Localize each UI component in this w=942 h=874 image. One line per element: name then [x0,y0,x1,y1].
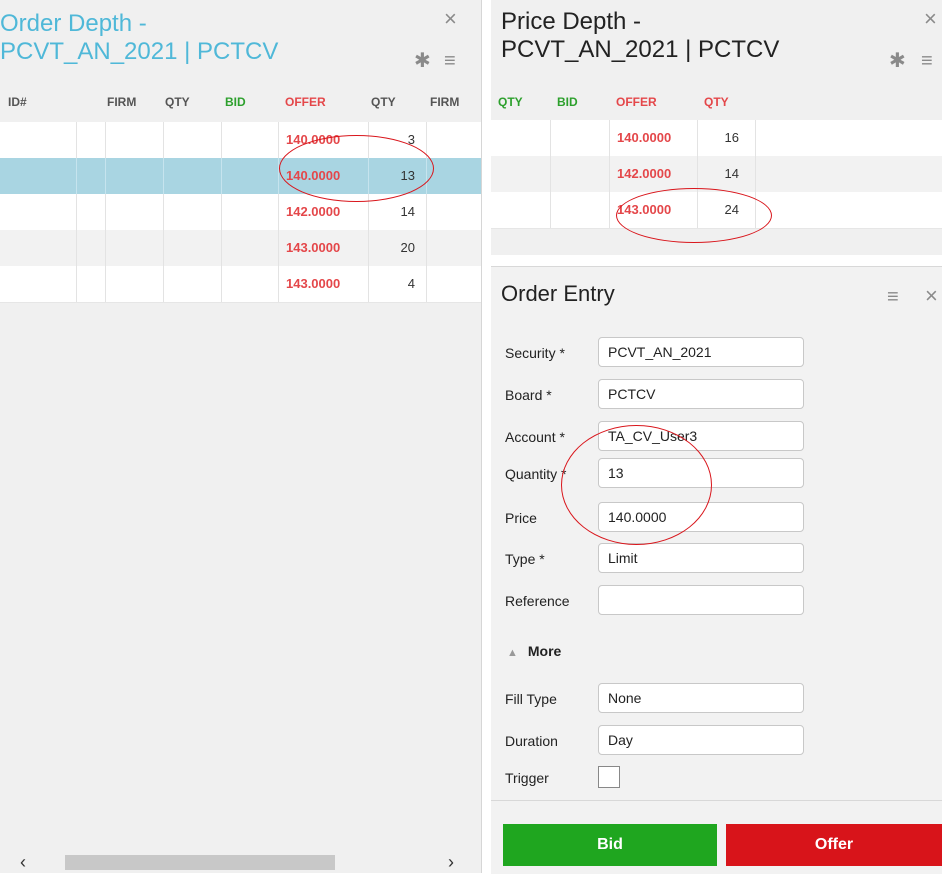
offer-qty: 14 [400,204,415,219]
offer-qty: 4 [407,276,415,291]
table-row[interactable]: 143.0000 4 [0,266,481,303]
price-depth-title-line1: Price Depth - [501,8,642,35]
close-icon[interactable]: × [444,8,457,30]
more-label: More [527,643,562,659]
type-label: Type * [505,551,545,567]
col-id: ID# [8,95,27,109]
col-qty2: QTY [704,95,729,109]
bid-button[interactable]: Bid [503,824,717,866]
caret-up-icon: ▲ [507,647,518,659]
duration-select[interactable]: Day [598,725,804,755]
board-field[interactable]: PCTCV [598,379,804,409]
order-depth-title-line1: Order Depth - [0,10,147,37]
reference-label: Reference [505,593,570,609]
offer-price: 143.0000 [286,240,341,255]
table-row[interactable]: 140.0000 16 [491,120,942,157]
duration-label: Duration [505,733,558,749]
trigger-label: Trigger [505,770,549,786]
close-icon[interactable]: × [925,285,938,307]
offer-price: 142.0000 [617,166,672,181]
fill-type-label: Fill Type [505,691,557,707]
offer-price: 143.0000 [286,276,341,291]
table-row[interactable]: 143.0000 20 [0,230,481,267]
security-label: Security * [505,345,565,361]
annotation-ellipse [561,425,712,545]
reference-field[interactable] [598,585,804,615]
price-depth-header: QTY BID OFFER QTY [491,87,942,117]
order-depth-header: ID# FIRM QTY BID OFFER QTY FIRM [0,87,481,117]
security-field[interactable]: PCVT_AN_2021 [598,337,804,367]
table-row[interactable]: 142.0000 14 [0,194,481,231]
scrollbar-thumb[interactable] [65,855,335,870]
chevron-left-icon[interactable]: ‹ [20,852,26,873]
menu-icon[interactable]: ≡ [921,51,933,71]
order-depth-panel: Order Depth - PCVT_AN_2021 | PCTCV × ✱ ≡… [0,0,482,873]
horizontal-scrollbar[interactable]: ‹ › [0,852,481,873]
offer-price: 140.0000 [617,130,672,145]
col-bid: BID [225,95,246,109]
price-depth-title-line2: PCVT_AN_2021 | PCTCV [501,36,780,63]
table-row[interactable]: 142.0000 14 [491,156,942,193]
quantity-label: Quantity * [505,466,567,482]
col-qty2: QTY [371,95,396,109]
col-firm: FIRM [107,95,137,109]
price-depth-title: Price Depth - PCVT_AN_2021 | PCTCV [501,8,779,64]
account-label: Account * [505,429,565,445]
trigger-checkbox[interactable] [598,766,620,788]
menu-icon[interactable]: ≡ [887,287,899,307]
col-qty: QTY [498,95,523,109]
board-label: Board * [505,387,552,403]
offer-qty: 16 [724,130,739,145]
annotation-ellipse [616,188,772,243]
menu-icon[interactable]: ≡ [444,51,456,71]
price-label: Price [505,510,537,526]
chevron-right-icon[interactable]: › [448,852,454,873]
col-qty: QTY [165,95,190,109]
order-depth-title-line2: PCVT_AN_2021 | PCTCV [0,38,279,65]
gear-icon[interactable]: ✱ [414,51,431,71]
col-firm2: FIRM [430,95,460,109]
order-depth-title: Order Depth - PCVT_AN_2021 | PCTCV [0,10,278,66]
more-toggle[interactable]: ▲ More [507,643,561,659]
annotation-ellipse [279,135,434,202]
col-offer: OFFER [616,95,657,109]
type-select[interactable]: Limit [598,543,804,573]
offer-price: 142.0000 [286,204,341,219]
fill-type-select[interactable]: None [598,683,804,713]
offer-qty: 14 [724,166,739,181]
col-offer: OFFER [285,95,326,109]
offer-button[interactable]: Offer [726,824,942,866]
divider [491,800,942,801]
order-entry-title: Order Entry [501,281,615,306]
offer-qty: 20 [400,240,415,255]
order-entry-panel: Order Entry ≡ × Security * PCVT_AN_2021 … [491,266,942,874]
col-bid: BID [557,95,578,109]
gear-icon[interactable]: ✱ [889,51,906,71]
close-icon[interactable]: × [924,8,937,30]
